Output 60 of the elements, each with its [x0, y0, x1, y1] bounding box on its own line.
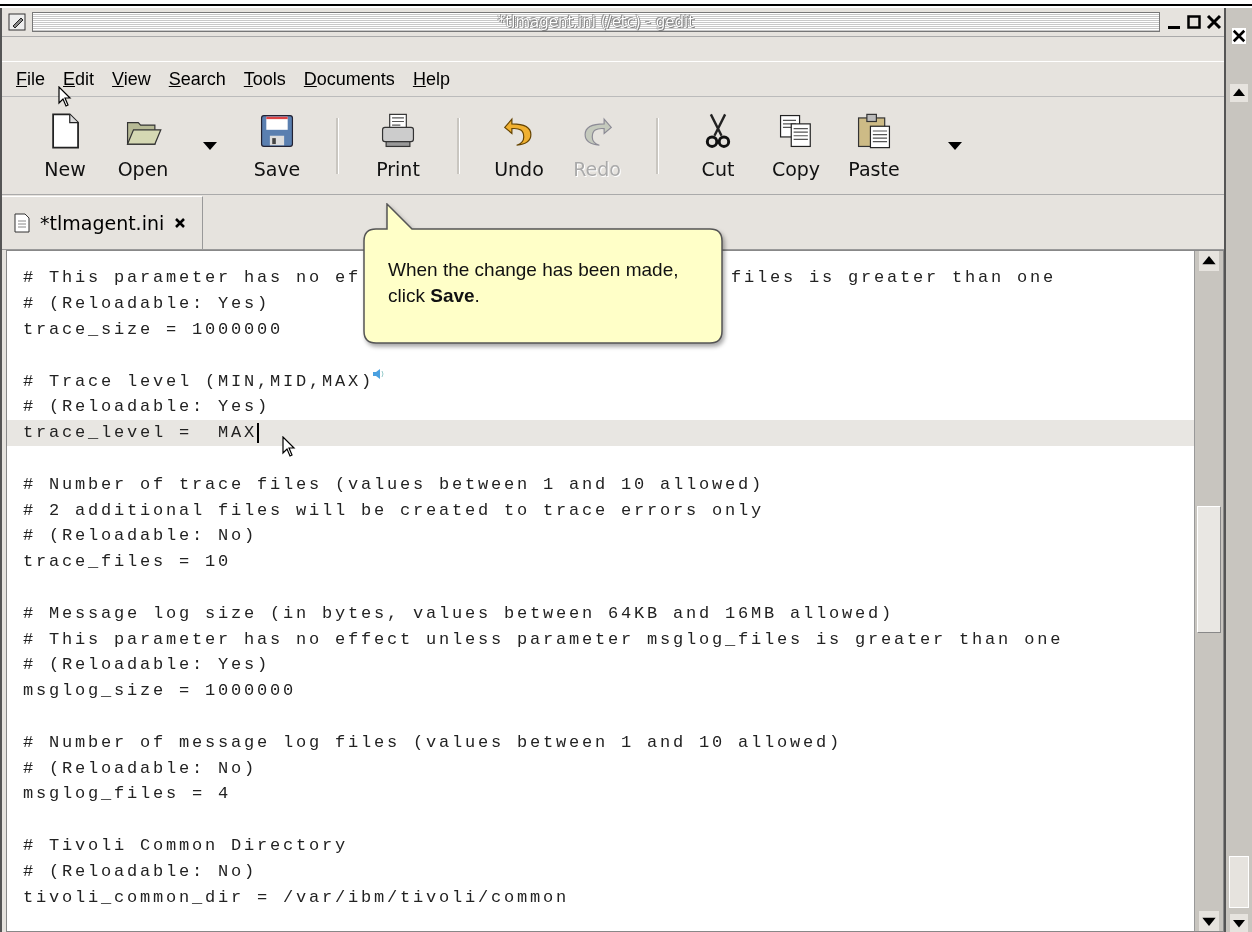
code-line: # 2 additional files will be created to trace errors only [23, 500, 765, 520]
code-line: # (Reloadable: Yes) [23, 397, 271, 417]
code-line: msglog_size = 1000000 [23, 681, 297, 701]
code-line: # (Reloadable: No) [23, 526, 258, 546]
document-icon [14, 213, 30, 233]
code-line: # Trace level (MIN,MID,MAX) [23, 371, 375, 391]
scroll-thumb[interactable] [1229, 856, 1249, 908]
scrollbar[interactable] [1228, 84, 1250, 932]
scrollbar[interactable] [1194, 251, 1223, 931]
clipboard-icon [855, 111, 893, 150]
toolbar-button[interactable]: Open [104, 111, 182, 180]
code-line: # (Reloadable: Yes) [23, 655, 271, 675]
code-line: # (Reloadable: Yes) [23, 294, 271, 314]
maximize-icon[interactable] [1186, 14, 1202, 30]
menu-item[interactable]: Edit [61, 66, 97, 92]
scroll-thumb[interactable] [1197, 506, 1221, 633]
code-line: files is greater than one [731, 268, 1057, 288]
code-line: # Message log size (in bytes, values between 64KB and 16MB allowed) [23, 603, 895, 623]
scroll-down-icon[interactable] [1230, 914, 1248, 932]
code-line: trace_size = 1000000 [23, 320, 284, 339]
toolbar-button[interactable]: Paste [835, 111, 913, 180]
menu-item[interactable]: Help [410, 66, 452, 92]
menu-item[interactable]: File [14, 66, 47, 92]
toolbar-button[interactable]: Cut [679, 111, 757, 180]
code-line: # Number of message log files (values between 1 and 10 allowed) [23, 732, 843, 752]
speaker-icon[interactable] [372, 368, 387, 381]
code-line: # This parameter has no ef [23, 268, 362, 288]
scroll-down-icon[interactable] [1199, 911, 1219, 931]
dropdown-arrow-icon[interactable] [947, 140, 963, 151]
code-line: trace_files = 10 [23, 552, 232, 572]
notepad-icon [8, 13, 26, 31]
code-line: # Tivoli Common Directory [23, 835, 349, 855]
scroll-up-icon[interactable] [1230, 84, 1248, 102]
scroll-up-icon[interactable] [1199, 251, 1219, 271]
code-line: # This parameter has no effect unless parameter msglog_files is greater than one [23, 629, 1064, 649]
close-icon[interactable] [1232, 28, 1246, 44]
code-line: msglog_files = 4 [23, 784, 232, 804]
menu-item[interactable]: View [110, 66, 153, 92]
toolbar-button[interactable]: Print [359, 111, 437, 180]
menu-item[interactable]: Tools [241, 66, 288, 92]
close-tab-icon[interactable] [174, 217, 187, 229]
printer-icon [379, 111, 417, 150]
toolbar-button[interactable]: Copy [757, 111, 835, 180]
callout-text: When the change has been made, click Save. [388, 258, 680, 308]
code-line: # (Reloadable: No) [23, 861, 258, 881]
dropdown-arrow-icon[interactable] [202, 140, 218, 151]
code-line: # (Reloadable: No) [23, 758, 258, 778]
menu-item[interactable]: Documents [301, 66, 397, 92]
code-line: trace_level = MAX [23, 423, 258, 443]
window-title: *tlmagent.ini (/etc) - gedit [497, 13, 695, 31]
code-line: # Number of trace files (values between 1 and 10 allowed) [23, 474, 765, 494]
close-icon[interactable] [1206, 14, 1222, 30]
mouse-pointer-icon [282, 436, 296, 458]
document-tab[interactable]: *tlmagent.ini [2, 196, 204, 249]
menu-item[interactable]: Search [166, 66, 228, 92]
toolbar-button[interactable]: New [26, 111, 104, 180]
toolbar-button[interactable]: Save [238, 111, 316, 180]
code-line: tivoli_common_dir = /var/ibm/tivoli/common [23, 887, 570, 907]
toolbar-button[interactable]: Undo [480, 111, 558, 180]
text-cursor [257, 422, 260, 443]
